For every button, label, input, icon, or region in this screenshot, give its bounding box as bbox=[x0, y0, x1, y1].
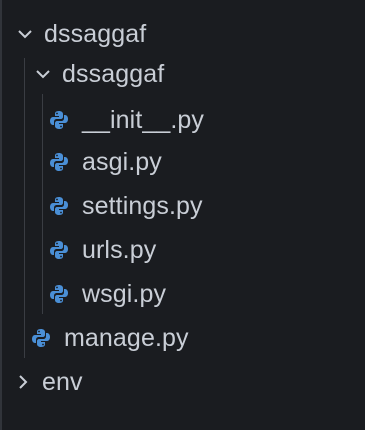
chevron-right-icon bbox=[14, 373, 32, 391]
folder-label: dssaggaf bbox=[44, 19, 147, 48]
chevron-down-icon bbox=[34, 65, 52, 83]
python-icon bbox=[48, 195, 70, 217]
chevron-down-icon bbox=[16, 25, 34, 43]
file-label: wsgi.py bbox=[82, 279, 167, 308]
folder-label: dssaggaf bbox=[62, 59, 165, 88]
folder-label: env bbox=[42, 367, 83, 396]
file-label: manage.py bbox=[64, 323, 189, 352]
folder-row-dssaggaf-root[interactable]: dssaggaf bbox=[2, 12, 365, 56]
file-label: asgi.py bbox=[82, 147, 162, 176]
folder-row-dssaggaf-sub[interactable]: dssaggaf bbox=[2, 52, 365, 96]
python-icon bbox=[48, 151, 70, 173]
file-label: urls.py bbox=[82, 235, 157, 264]
file-label: __init__.py bbox=[82, 105, 205, 134]
file-row-manage[interactable]: manage.py bbox=[2, 316, 365, 360]
file-row-wsgi[interactable]: wsgi.py bbox=[2, 272, 365, 316]
file-row-settings[interactable]: settings.py bbox=[2, 184, 365, 228]
python-icon bbox=[48, 283, 70, 305]
python-icon bbox=[30, 327, 52, 349]
file-label: settings.py bbox=[82, 191, 203, 220]
file-explorer: dssaggaf dssaggaf __init__.py asgi.py se… bbox=[0, 0, 365, 430]
file-row-asgi[interactable]: asgi.py bbox=[2, 140, 365, 184]
python-icon bbox=[48, 239, 70, 261]
python-icon bbox=[48, 109, 70, 131]
folder-row-env[interactable]: env bbox=[2, 360, 365, 404]
file-row-init[interactable]: __init__.py bbox=[2, 98, 365, 142]
file-row-urls[interactable]: urls.py bbox=[2, 228, 365, 272]
